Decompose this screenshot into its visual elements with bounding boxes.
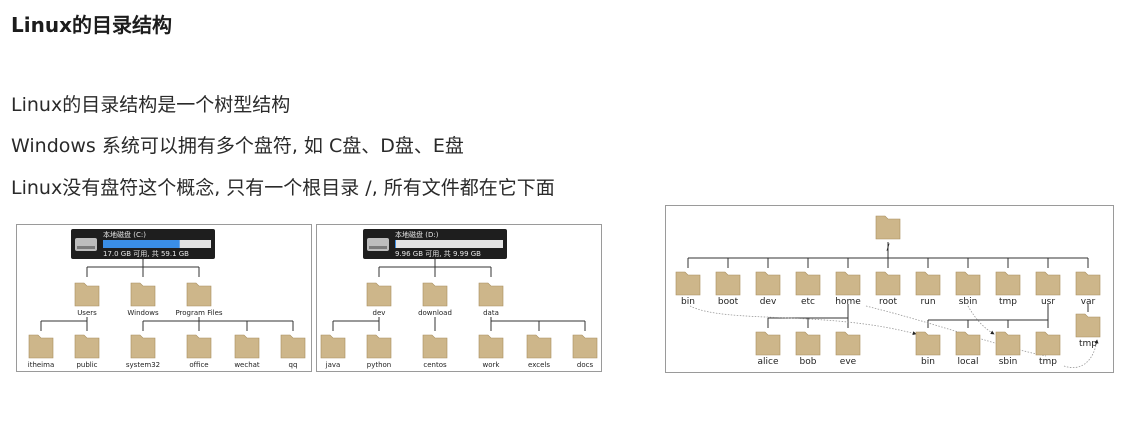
folder-dev: dev	[755, 271, 781, 307]
text-line-3: Linux没有盘符这个概念, 只有一个根目录 /, 所有文件都在它下面	[11, 177, 555, 199]
svg-text:excels: excels	[528, 361, 550, 369]
folder-tmp: tmp	[995, 271, 1021, 307]
svg-text:public: public	[76, 361, 97, 369]
svg-text:itheima: itheima	[28, 361, 55, 369]
folder-usr-local: local	[955, 331, 981, 367]
folder-java: java	[320, 334, 346, 369]
svg-text:/: /	[886, 243, 890, 253]
folder-python: python	[366, 334, 392, 369]
windows-c-drive-diagram: 本地磁盘 (C:) 17.0 GB 可用, 共 59.1 GB Users Wi…	[16, 224, 312, 372]
svg-text:bin: bin	[921, 357, 935, 367]
text-line-2: Windows 系统可以拥有多个盘符, 如 C盘、D盘、E盘	[11, 135, 464, 157]
svg-text:centos: centos	[423, 361, 447, 369]
folder-system32: system32	[126, 334, 160, 369]
folder-etc: etc	[795, 271, 821, 307]
svg-text:java: java	[325, 361, 341, 369]
svg-text:qq: qq	[289, 361, 298, 369]
svg-text:Program Files: Program Files	[175, 309, 222, 317]
folder-excels: excels	[526, 334, 552, 369]
hard-drive-icon	[75, 238, 97, 251]
svg-text:Users: Users	[77, 309, 97, 317]
folder-usr-tmp: tmp	[1035, 331, 1061, 367]
svg-text:tmp: tmp	[1079, 339, 1097, 349]
drive-d-usage-bar	[395, 240, 396, 248]
svg-text:run: run	[920, 297, 935, 307]
svg-text:usr: usr	[1041, 297, 1055, 307]
folder-usr-sbin: sbin	[995, 331, 1021, 367]
folder-bin: bin	[675, 271, 701, 307]
svg-text:docs: docs	[577, 361, 594, 369]
folder-public: public	[74, 334, 100, 369]
folder-sbin: sbin	[955, 271, 981, 307]
drive-d-usage: 9.96 GB 可用, 共 9.99 GB	[395, 249, 481, 258]
svg-text:dev: dev	[760, 297, 777, 307]
folder-home: home	[835, 271, 861, 307]
svg-text:bob: bob	[800, 357, 817, 367]
folder-qq: qq	[280, 334, 306, 369]
svg-text:home: home	[835, 297, 861, 307]
windows-d-drive-diagram: 本地磁盘 (D:) 9.96 GB 可用, 共 9.99 GB dev down…	[316, 224, 602, 372]
linux-tree-svg: / bin boot dev etc home root run sbin tm…	[675, 215, 1101, 368]
folder-var: var	[1075, 271, 1101, 307]
svg-text:local: local	[958, 357, 979, 367]
svg-text:eve: eve	[840, 357, 857, 367]
svg-text:boot: boot	[718, 297, 739, 307]
svg-text:etc: etc	[801, 297, 815, 307]
folder-run: run	[915, 271, 941, 307]
drive-d-name: 本地磁盘 (D:)	[395, 230, 439, 239]
folder-eve: eve	[835, 331, 861, 367]
svg-text:bin: bin	[681, 297, 695, 307]
folder-alice: alice	[755, 331, 781, 367]
svg-text:work: work	[483, 361, 501, 369]
svg-text:download: download	[418, 309, 452, 317]
drive-c-usage: 17.0 GB 可用, 共 59.1 GB	[103, 249, 189, 258]
hard-drive-icon	[367, 238, 389, 251]
folder-dev: dev	[366, 282, 392, 317]
folder-var-tmp: tmp	[1075, 313, 1101, 349]
drive-d-box: 本地磁盘 (D:) 9.96 GB 可用, 共 9.99 GB	[363, 229, 507, 259]
drive-c-box: 本地磁盘 (C:) 17.0 GB 可用, 共 59.1 GB	[71, 229, 215, 259]
folder-centos: centos	[422, 334, 448, 369]
svg-text:Windows: Windows	[127, 309, 159, 317]
svg-text:root: root	[879, 297, 898, 307]
folder-download: download	[418, 282, 452, 317]
svg-text:tmp: tmp	[1039, 357, 1057, 367]
svg-text:sbin: sbin	[959, 297, 978, 307]
drive-c-usage-bar	[103, 240, 180, 248]
folder-bob: bob	[795, 331, 821, 367]
folder-usr-bin: bin	[915, 331, 941, 367]
folder-boot: boot	[715, 271, 741, 307]
folder-docs: docs	[572, 334, 598, 369]
svg-text:tmp: tmp	[999, 297, 1017, 307]
svg-text:alice: alice	[757, 357, 778, 367]
folder-root-home: root	[875, 271, 901, 307]
svg-text:system32: system32	[126, 361, 160, 369]
drive-d-usage-track	[395, 240, 503, 248]
svg-text:dev: dev	[373, 309, 386, 317]
folder-usr: usr	[1035, 271, 1061, 307]
folder-root: /	[875, 215, 901, 253]
folder-work: work	[478, 334, 504, 369]
folder-wechat: wechat	[234, 334, 260, 369]
text-line-1: Linux的目录结构是一个树型结构	[11, 94, 291, 116]
svg-text:office: office	[189, 361, 208, 369]
svg-text:python: python	[367, 361, 392, 369]
svg-text:sbin: sbin	[999, 357, 1018, 367]
folder-users: Users	[74, 282, 100, 317]
folder-data: data	[478, 282, 504, 317]
page-title: Linux的目录结构	[11, 13, 172, 37]
svg-text:data: data	[483, 309, 499, 317]
folder-windows: Windows	[127, 282, 159, 317]
linux-directory-diagram: / bin boot dev etc home root run sbin tm…	[665, 205, 1114, 373]
folder-office: office	[186, 334, 212, 369]
svg-text:var: var	[1081, 297, 1096, 307]
folder-itheima: itheima	[28, 334, 55, 369]
svg-text:wechat: wechat	[234, 361, 260, 369]
d-drive-tree-svg: 本地磁盘 (D:) 9.96 GB 可用, 共 9.99 GB dev down…	[320, 229, 598, 369]
folder-program-files: Program Files	[175, 282, 223, 317]
c-drive-tree-svg: 本地磁盘 (C:) 17.0 GB 可用, 共 59.1 GB Users Wi…	[28, 229, 306, 369]
drive-c-name: 本地磁盘 (C:)	[103, 230, 146, 239]
